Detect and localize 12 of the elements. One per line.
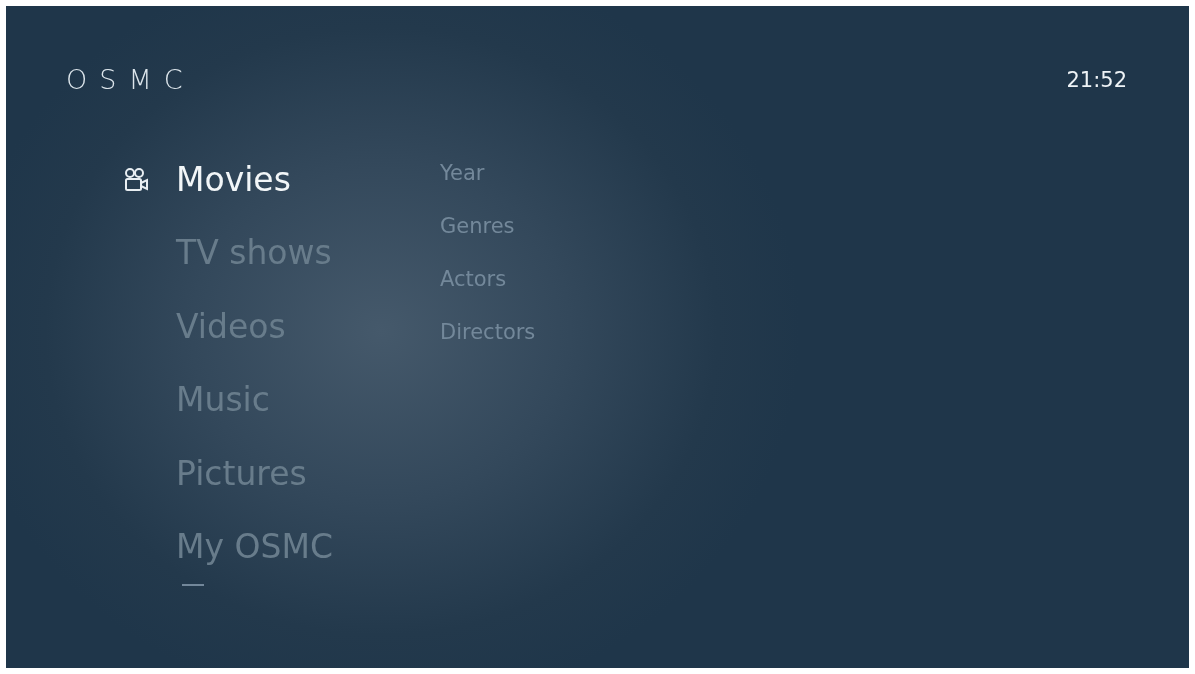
clock: 21:52 [1066, 67, 1127, 94]
menu-item[interactable]: Pictures [176, 451, 307, 496]
scroll-indicator [182, 584, 204, 586]
menu-item[interactable]: Music [176, 378, 270, 423]
submenu-item[interactable]: Actors [440, 266, 507, 319]
menu-item[interactable]: My OSMC [176, 525, 333, 570]
menu-item[interactable]: Movies [176, 157, 291, 202]
logo: OSMC [66, 64, 195, 96]
submenu-item[interactable]: Year [440, 160, 485, 213]
submenu-item[interactable]: Genres [440, 213, 515, 266]
camera-icon [122, 166, 150, 193]
submenu-item[interactable]: Directors [440, 319, 536, 372]
